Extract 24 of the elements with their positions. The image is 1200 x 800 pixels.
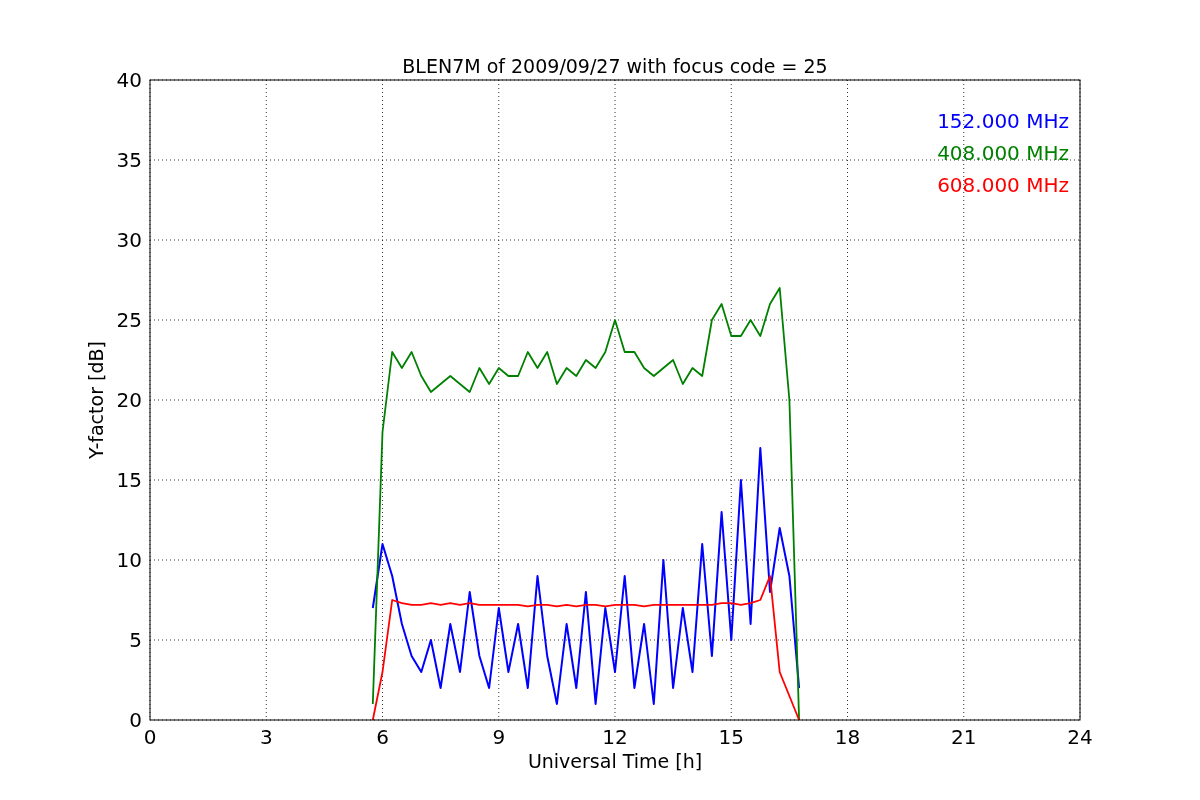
tick-label: 25 [116, 308, 142, 332]
tick-label: 40 [116, 68, 142, 92]
tick-label: 35 [116, 148, 142, 172]
legend-entry: 152.000 MHz [937, 109, 1069, 133]
tick-label: 12 [602, 725, 628, 749]
y-axis-label: Y-factor [dB] [85, 341, 107, 459]
tick-label: 0 [129, 708, 142, 732]
chart-title: BLEN7M of 2009/09/27 with focus code = 25 [402, 55, 828, 77]
tick-label: 30 [116, 228, 142, 252]
tick-label: 9 [492, 725, 506, 749]
x-axis-label: Universal Time [h] [527, 750, 703, 772]
tick-label: 21 [951, 725, 977, 749]
tick-label: 24 [1067, 725, 1093, 749]
tick-label: 3 [259, 725, 273, 749]
tick-label: 5 [129, 628, 142, 652]
tick-label: 15 [116, 468, 142, 492]
legend-entry: 408.000 MHz [937, 141, 1069, 165]
tick-label: 18 [834, 725, 861, 749]
legend-entry: 608.000 MHz [937, 173, 1069, 197]
tick-label: 0 [143, 725, 157, 749]
tick-label: 20 [116, 388, 142, 412]
tick-label: 15 [718, 725, 744, 749]
tick-label: 10 [116, 548, 142, 572]
tick-label: 6 [376, 725, 389, 749]
